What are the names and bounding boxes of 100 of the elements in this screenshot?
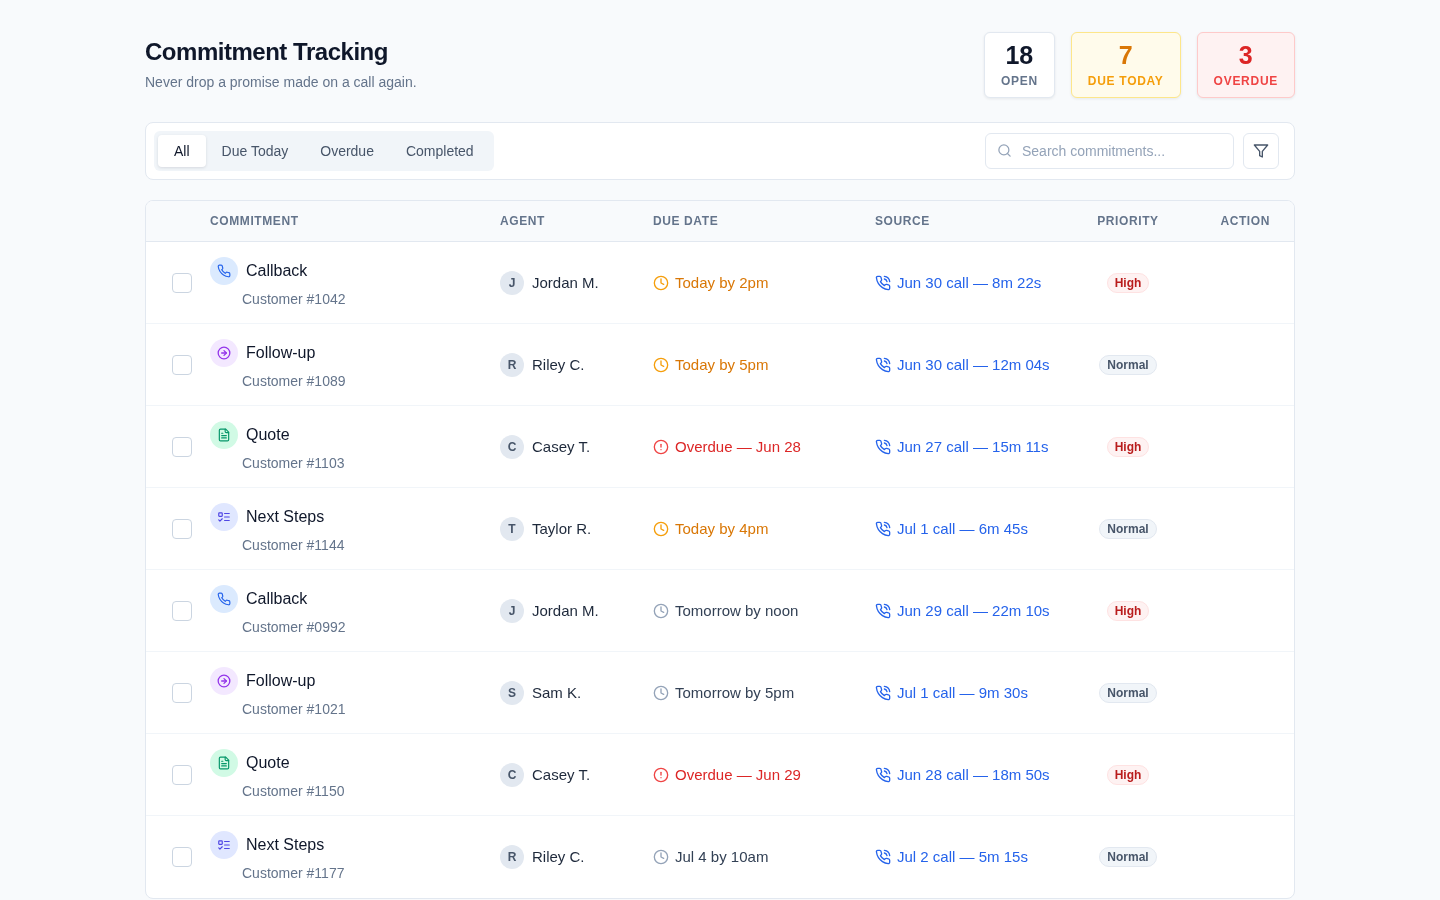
row-checkbox[interactable] xyxy=(172,354,192,375)
priority-badge: High xyxy=(1106,600,1150,621)
commitment-title: Callback xyxy=(246,260,308,281)
row-checkbox[interactable] xyxy=(172,436,192,457)
due-date: Overdue — Jun 28 xyxy=(675,436,801,457)
phone-call-icon xyxy=(875,438,891,455)
row-checkbox[interactable] xyxy=(172,600,192,621)
customer-id: Customer #1144 xyxy=(242,535,345,555)
call-link[interactable]: Jul 2 call — 5m 15s xyxy=(875,847,1028,867)
call-link[interactable]: Jun 30 call — 8m 22s xyxy=(875,272,1042,293)
avatar-initial: J xyxy=(500,598,524,623)
due-date: Today by 4pm xyxy=(675,518,769,539)
avatar-initial: J xyxy=(500,270,524,295)
priority-badge: High xyxy=(1106,764,1150,785)
arrow-circle-icon xyxy=(210,666,238,695)
stat-value: 7 xyxy=(1117,41,1134,69)
customer-id: Customer #1089 xyxy=(242,371,346,391)
customer-id: Customer #1177 xyxy=(242,864,345,883)
clock-icon xyxy=(653,684,669,701)
priority-badge: High xyxy=(1106,436,1150,457)
priority-badge: Normal xyxy=(1099,354,1157,375)
checklist-icon xyxy=(210,502,238,531)
column-header: AGENT xyxy=(500,213,546,229)
phone-call-icon xyxy=(875,766,891,783)
column-header: PRIORITY xyxy=(1096,213,1160,229)
phone-icon xyxy=(210,584,238,613)
page-subtitle: Never drop a promise made on a call again. xyxy=(145,73,417,92)
clock-icon xyxy=(653,356,669,373)
phone-call-icon xyxy=(875,520,891,537)
page-title: Commitment Tracking xyxy=(145,37,389,67)
filter-tab[interactable]: Due Today xyxy=(205,135,305,167)
call-link[interactable]: Jun 29 call — 22m 10s xyxy=(875,600,1050,621)
row-checkbox[interactable] xyxy=(172,764,192,785)
commitment-title: Quote xyxy=(246,424,290,445)
avatar-initial: S xyxy=(500,680,524,705)
priority-badge: Normal xyxy=(1099,847,1157,867)
row-checkbox[interactable] xyxy=(172,847,192,867)
phone-call-icon xyxy=(875,602,891,619)
clock-icon xyxy=(653,849,669,865)
row-checkbox[interactable] xyxy=(172,682,192,703)
due-date: Today by 2pm xyxy=(675,272,769,293)
phone-call-icon xyxy=(875,274,891,291)
column-header: ACTION xyxy=(1219,213,1271,229)
clock-icon xyxy=(653,520,669,537)
agent-name: Sam K. xyxy=(532,682,582,703)
phone-call-icon xyxy=(875,356,891,373)
row-checkbox[interactable] xyxy=(172,272,192,293)
due-date: Jul 4 by 10am xyxy=(675,847,769,867)
customer-id: Customer #1042 xyxy=(242,289,346,309)
alert-icon xyxy=(653,766,669,783)
filter-icon xyxy=(1253,143,1269,159)
search-field[interactable]: Search commitments... xyxy=(985,133,1234,169)
customer-id: Customer #1150 xyxy=(242,781,345,801)
call-link[interactable]: Jul 1 call — 9m 30s xyxy=(875,682,1028,703)
call-link[interactable]: Jun 27 call — 15m 11s xyxy=(875,436,1049,457)
agent-name: Riley C. xyxy=(532,354,585,375)
call-link[interactable]: Jun 28 call — 18m 50s xyxy=(875,764,1050,785)
stat-label: DUE TODAY xyxy=(1087,73,1164,89)
avatar-initial: T xyxy=(500,516,524,541)
stat-value: 3 xyxy=(1237,41,1254,69)
document-icon xyxy=(210,420,238,449)
stat-label: OVERDUE xyxy=(1213,73,1278,89)
priority-badge: High xyxy=(1106,272,1150,293)
column-header: COMMITMENT xyxy=(210,213,300,229)
row-checkbox[interactable] xyxy=(172,518,192,539)
filter-tab[interactable]: Overdue xyxy=(304,135,390,167)
commitment-title: Callback xyxy=(246,588,308,609)
clock-icon xyxy=(653,274,669,291)
phone-call-icon xyxy=(875,684,891,701)
document-icon xyxy=(210,748,238,777)
customer-id: Customer #1103 xyxy=(242,453,345,473)
column-header: DUE DATE xyxy=(653,213,720,229)
arrow-circle-icon xyxy=(210,338,238,367)
commitment-title: Follow-up xyxy=(246,670,316,691)
agent-name: Casey T. xyxy=(532,436,591,457)
avatar-initial: C xyxy=(500,762,524,787)
filter-button[interactable] xyxy=(1243,133,1279,169)
call-link[interactable]: Jul 1 call — 6m 45s xyxy=(875,518,1028,539)
stat-label: OPEN xyxy=(1000,73,1038,89)
agent-name: Casey T. xyxy=(532,764,591,785)
stat-value: 18 xyxy=(1004,41,1035,69)
alert-icon xyxy=(653,438,669,455)
filter-tab[interactable]: All xyxy=(158,135,206,167)
commitment-title: Follow-up xyxy=(246,342,316,363)
customer-id: Customer #1021 xyxy=(242,699,346,719)
avatar-initial: R xyxy=(500,352,524,377)
checklist-icon xyxy=(210,831,238,859)
search-icon xyxy=(997,143,1012,158)
due-date: Overdue — Jun 29 xyxy=(675,764,801,785)
column-header: SOURCE xyxy=(875,213,931,229)
avatar-initial: R xyxy=(500,845,524,869)
call-link[interactable]: Jun 30 call — 12m 04s xyxy=(875,354,1050,375)
filter-tab[interactable]: Completed xyxy=(389,135,490,167)
due-date: Tomorrow by 5pm xyxy=(675,682,795,703)
agent-name: Taylor R. xyxy=(532,518,592,539)
due-date: Today by 5pm xyxy=(675,354,769,375)
phone-icon xyxy=(210,256,238,285)
agent-name: Jordan M. xyxy=(532,272,599,293)
avatar-initial: C xyxy=(500,434,524,459)
agent-name: Riley C. xyxy=(532,847,585,867)
